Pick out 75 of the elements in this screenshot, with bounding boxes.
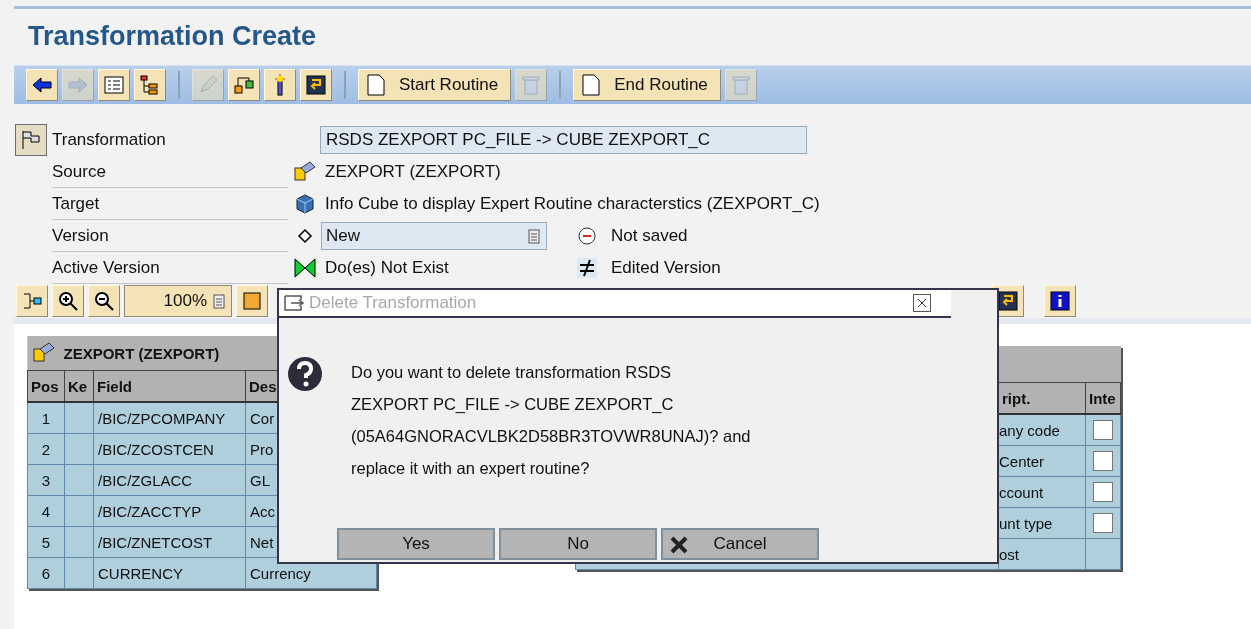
field-label: Source: [52, 156, 288, 188]
question-icon: [287, 356, 323, 392]
column-header: Pos: [27, 370, 65, 402]
dialog-button[interactable]: Cancel: [661, 528, 819, 560]
table-cell: /BIC/ZGLACC: [93, 464, 246, 496]
document-icon: [582, 74, 601, 96]
bowtie-icon: [292, 256, 317, 280]
minus-circle-icon: [575, 224, 599, 248]
column-header: Inte: [1085, 382, 1121, 414]
list-icon: [102, 73, 126, 97]
not-equal-icon: [575, 256, 599, 280]
zoom-dropdown[interactable]: 100%: [124, 285, 232, 317]
checkbox[interactable]: [1093, 482, 1113, 502]
routine-button[interactable]: End Routine: [573, 69, 721, 101]
flag-icon: [19, 128, 43, 152]
cancel-icon: [669, 535, 689, 555]
table-cell: /BIC/ZCOSTCEN: [93, 433, 246, 465]
grid-icon: [240, 289, 264, 313]
zoom-out-button[interactable]: [88, 285, 120, 317]
table-cell: 5: [27, 526, 65, 558]
info-icon: [1048, 289, 1072, 313]
page-title: Transformation Create: [27, 20, 318, 53]
zoom-out-icon: [92, 289, 116, 313]
dialog-title: Delete Transformation: [309, 293, 478, 313]
checkbox[interactable]: [1093, 420, 1113, 440]
document-icon: [367, 74, 385, 96]
toolbar-button[interactable]: [264, 69, 296, 101]
table-cell: 4: [27, 495, 65, 527]
info-button[interactable]: [1044, 285, 1076, 317]
dropdown-icon: [213, 293, 225, 309]
status-text: Edited Version: [611, 258, 721, 278]
zoom-in-icon: [56, 289, 80, 313]
table-cell: /BIC/ZPCOMPANY: [93, 402, 246, 434]
swap-icon: [304, 73, 328, 97]
column-header: Ke: [64, 370, 94, 402]
status-text: Not saved: [611, 226, 688, 246]
version-dropdown[interactable]: New: [321, 222, 547, 250]
table-title: ZEXPORT (ZEXPORT): [63, 344, 220, 362]
toolbar-button[interactable]: [236, 285, 268, 317]
layout-button[interactable]: [16, 285, 48, 317]
source-icon: [292, 160, 317, 184]
table-cell: /BIC/ZNETCOST: [93, 526, 246, 558]
source-icon: [31, 341, 56, 365]
toolbar-button[interactable]: [26, 69, 58, 101]
swap-icon: [996, 289, 1020, 313]
table-cell: /BIC/ZACCTYP: [93, 495, 246, 527]
field-value: ZEXPORT (ZEXPORT): [324, 162, 502, 182]
close-button[interactable]: [913, 294, 931, 312]
toolbar-button[interactable]: [134, 69, 166, 101]
field-label: Active Version: [52, 252, 288, 284]
checkbox[interactable]: [1093, 451, 1113, 471]
toolbar-button[interactable]: [228, 69, 260, 101]
field-value: Do(es) Not Exist: [324, 258, 450, 278]
column-header: ript.: [998, 382, 1086, 414]
table-cell: 1: [27, 402, 65, 434]
checkbox[interactable]: [1093, 513, 1113, 533]
table-cell: 6: [27, 557, 65, 589]
dropdown-icon: [528, 228, 540, 244]
toolbar-button[interactable]: [300, 69, 332, 101]
column-header: Field: [93, 370, 246, 402]
dialog-icon: [283, 294, 305, 312]
zoom-in-button[interactable]: [52, 285, 84, 317]
table-cell: 2: [27, 433, 65, 465]
field-label: Target: [52, 188, 288, 220]
table-cell: 3: [27, 464, 65, 496]
display-toggle-button[interactable]: [15, 124, 47, 156]
routine-button[interactable]: Start Routine: [358, 69, 512, 101]
close-icon: [917, 298, 927, 308]
field-label: Transformation: [52, 129, 167, 151]
transformation-field[interactable]: RSDS ZEXPORT PC_FILE -> CUBE ZEXPORT_C: [320, 126, 807, 154]
field-label: Version: [52, 220, 288, 252]
field-value: Info Cube to display Expert Routine characterstics (ZEXPORT_C): [324, 194, 820, 214]
table-cell: CURRENCY: [93, 557, 246, 589]
dialog-button[interactable]: No: [499, 528, 657, 560]
dialog-button[interactable]: Yes: [337, 528, 495, 560]
